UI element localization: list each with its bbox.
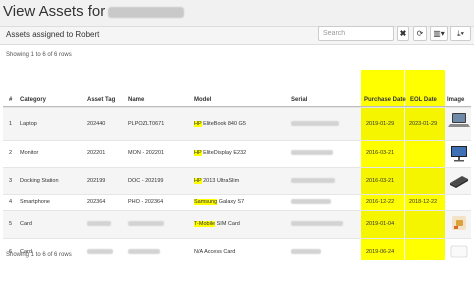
cell-asset-tag[interactable]: 202440 — [87, 121, 105, 127]
cell-name[interactable]: PHO - 202364 — [128, 199, 163, 205]
download-icon: ⤓▾ — [457, 28, 464, 38]
cell-serial — [291, 150, 333, 156]
cell-category: Monitor — [20, 150, 39, 156]
header-asset-tag[interactable]: Asset Tag — [87, 97, 115, 103]
model-brand: Samsung — [194, 199, 218, 205]
cell-category: Laptop — [20, 121, 37, 127]
cell-purchase-date: 2016-12-22 — [366, 199, 395, 205]
cell-serial — [291, 199, 331, 205]
cell-model[interactable]: HP 2013 UltraSlim — [194, 178, 239, 184]
cell-purchase-date: 2016-03-21 — [366, 150, 395, 156]
cell-model[interactable]: HP EliteDisplay E232 — [194, 150, 246, 156]
refresh-icon: ⟳ — [416, 29, 424, 38]
cell-num: 5 — [9, 221, 13, 227]
cell-purchase-date: 2019-06-24 — [366, 249, 395, 255]
clear-icon: ✖ — [399, 29, 407, 38]
model-brand: T-Mobile — [194, 221, 216, 227]
header-name[interactable]: Name — [128, 97, 144, 103]
cell-category: Smartphone — [20, 199, 50, 205]
cell-serial — [291, 121, 339, 127]
search-input[interactable] — [318, 26, 394, 41]
cell-model[interactable]: Samsung Galaxy S7 — [194, 199, 244, 205]
model-brand: HP — [194, 121, 202, 127]
laptop-icon[interactable] — [448, 111, 470, 129]
redacted-serial — [291, 121, 339, 127]
cell-model[interactable]: N/A Access Card — [194, 249, 235, 255]
columns-toggle-button[interactable]: ▥▾ — [430, 26, 448, 41]
cell-serial — [291, 249, 321, 255]
cell-eol-date: 2018-12-22 — [409, 199, 438, 205]
model-name: N/A Access Card — [194, 249, 236, 255]
header-eol-date[interactable]: EOL Date — [410, 97, 437, 103]
cell-purchase-date: 2016-03-21 — [366, 178, 395, 184]
redacted-asset-tag — [87, 249, 113, 255]
cell-asset-tag[interactable] — [87, 221, 111, 227]
header-model[interactable]: Model — [194, 97, 211, 103]
sim-card-icon[interactable] — [448, 214, 470, 232]
export-button[interactable]: ⤓▾ — [450, 26, 471, 41]
page-title: View Assets for — [3, 3, 185, 20]
columns-icon: ▥▾ — [433, 29, 445, 38]
cell-asset-tag[interactable]: 202364 — [87, 199, 105, 205]
cell-num: 2 — [9, 150, 13, 156]
redacted-name — [128, 221, 164, 227]
redacted-serial — [291, 221, 343, 227]
header-category[interactable]: Category — [20, 97, 46, 103]
cell-asset-tag[interactable]: 202199 — [87, 178, 105, 184]
cell-serial — [291, 178, 335, 184]
cell-name[interactable]: DOC - 202199 — [128, 178, 163, 184]
cell-name[interactable] — [128, 249, 160, 255]
cell-category: Card — [20, 221, 32, 227]
model-brand: HP — [194, 150, 202, 156]
redacted-serial — [291, 150, 333, 156]
cell-model[interactable]: HP EliteBook 840 G5 — [194, 121, 246, 127]
redacted-serial — [291, 199, 331, 205]
rows-info-top: Showing 1 to 6 of 6 rows — [6, 52, 72, 58]
cell-asset-tag[interactable]: 202201 — [87, 150, 105, 156]
redacted-serial — [291, 178, 335, 184]
page-header: View Assets for — [0, 0, 474, 26]
rows-info-bottom: Showing 1 to 6 of 6 rows — [6, 252, 72, 258]
access-card-icon[interactable] — [448, 242, 470, 260]
cell-serial — [291, 221, 343, 227]
model-name: EliteBook 840 G5 — [201, 121, 246, 127]
refresh-button[interactable]: ⟳ — [413, 26, 427, 41]
monitor-icon[interactable] — [448, 144, 470, 162]
redacted-serial — [291, 249, 321, 255]
clear-search-button[interactable]: ✖ — [397, 26, 409, 41]
cell-num: 1 — [9, 121, 13, 127]
cell-name[interactable] — [128, 221, 164, 227]
redacted-user-name — [108, 6, 185, 18]
cell-num: 4 — [9, 199, 13, 205]
header-num[interactable]: # — [9, 97, 12, 103]
cell-eol-date: 2023-01-29 — [409, 121, 438, 127]
model-brand: HP — [194, 178, 202, 184]
cell-name[interactable]: PLPOZLT0671 — [128, 121, 164, 127]
cell-name[interactable]: MON - 202201 — [128, 150, 164, 156]
redacted-asset-tag — [87, 221, 111, 227]
panel-heading-text: Assets assigned to Robert — [6, 30, 100, 39]
model-name: EliteDisplay E232 — [201, 150, 247, 156]
cell-model[interactable]: T-Mobile SIM Card — [194, 221, 240, 227]
cell-purchase-date: 2019-01-29 — [366, 121, 395, 127]
header-purchase-date[interactable]: Purchase Date — [364, 97, 406, 103]
docking-station-icon[interactable] — [448, 171, 470, 189]
header-serial[interactable]: Serial — [291, 97, 307, 103]
table-row[interactable] — [3, 238, 471, 260]
model-name: Galaxy S7 — [217, 199, 245, 205]
cell-purchase-date: 2019-01-04 — [366, 221, 395, 227]
model-name: 2013 UltraSlim — [201, 178, 240, 184]
cell-category: Docking Station — [20, 178, 59, 184]
model-name: SIM Card — [215, 221, 240, 227]
redacted-name — [128, 249, 160, 255]
page-title-prefix: View Assets for — [3, 3, 106, 20]
cell-num: 3 — [9, 178, 13, 184]
cell-asset-tag[interactable] — [87, 249, 113, 255]
header-image[interactable]: Image — [447, 97, 464, 103]
